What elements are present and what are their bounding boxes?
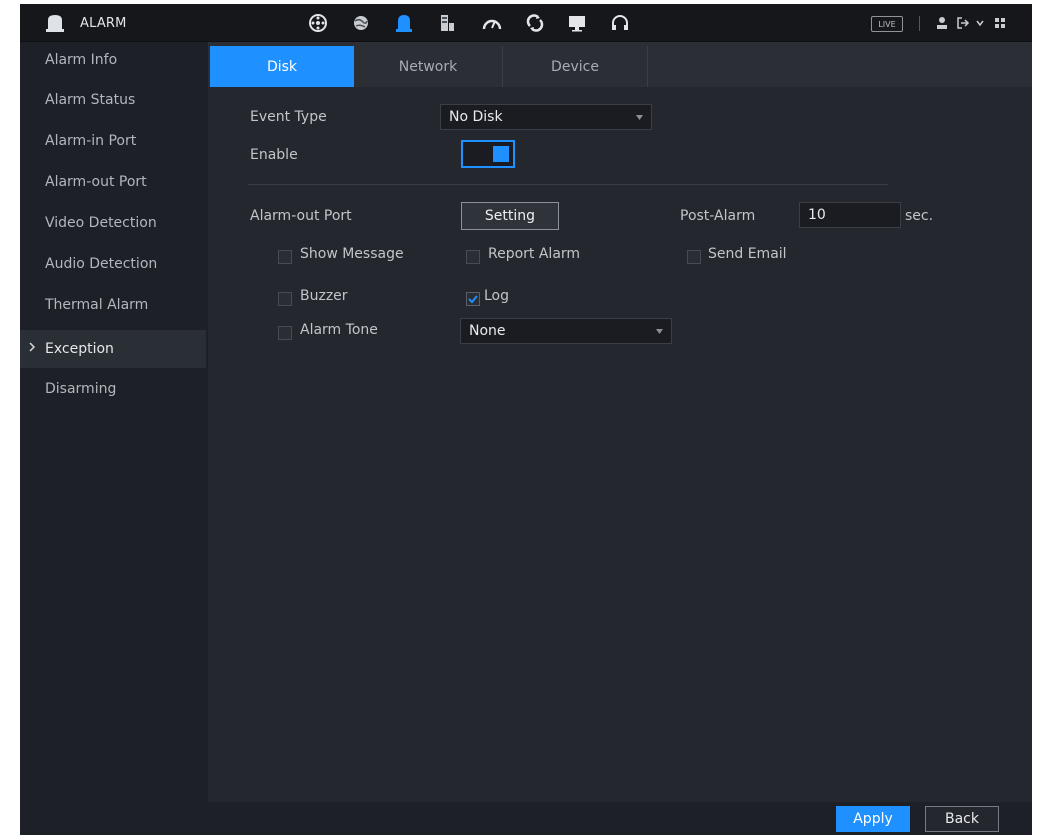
setting-button[interactable]: Setting [461,202,559,230]
sidebar-item-thermal-alarm[interactable]: Thermal Alarm [20,287,206,323]
dashboard-icon[interactable] [480,12,504,34]
sidebar-item-label: Alarm Status [45,92,136,108]
show-message-checkbox[interactable] [278,250,292,264]
support-icon[interactable] [608,12,632,34]
sidebar-item-alarm-status[interactable]: Alarm Status [20,82,206,118]
sidebar-item-exception[interactable]: Exception [20,330,206,368]
alarm-tone-checkbox[interactable] [278,326,292,340]
tab-disk[interactable]: Disk [210,46,354,87]
live-button[interactable]: LIVE [871,16,903,32]
sidebar-item-disarming[interactable]: Disarming [20,371,206,407]
top-bar: ALARM LIVE [20,4,1032,42]
log-label: Log [484,288,510,304]
display-icon[interactable] [565,12,589,34]
toggle-knob [493,146,509,162]
brand: ALARM [44,12,127,34]
divider [919,16,920,31]
user-icon[interactable] [934,15,950,31]
event-type-select[interactable]: No Disk [440,104,652,130]
alarm-out-port-label: Alarm-out Port [250,208,352,224]
tab-network[interactable]: Network [354,46,502,87]
post-alarm-label: Post-Alarm [680,208,756,224]
sidebar-item-label: Exception [45,341,114,357]
post-alarm-input[interactable]: 10 [799,202,901,228]
alarm-tone-label: Alarm Tone [300,322,378,338]
maintenance-icon[interactable] [523,12,547,34]
tab-divider [647,46,648,87]
apply-button[interactable]: Apply [836,806,910,832]
sidebar-item-alarm-out-port[interactable]: Alarm-out Port [20,164,206,200]
back-button[interactable]: Back [925,806,999,832]
sidebar: Alarm Info Alarm Status Alarm-in Port Al… [20,42,206,835]
sidebar-item-label: Audio Detection [45,256,158,272]
chevron-right-icon [29,342,36,352]
sidebar-item-video-detection[interactable]: Video Detection [20,205,206,241]
camera-icon[interactable] [306,12,330,34]
sidebar-item-alarm-in-port[interactable]: Alarm-in Port [20,123,206,159]
dropdown-arrow-icon [656,329,663,334]
sidebar-item-label: Alarm Info [45,52,118,68]
enable-toggle[interactable] [461,140,515,168]
alarm-tone-select[interactable]: None [460,318,672,344]
divider-line [248,184,888,185]
footer-bar: Apply Back [208,802,1032,835]
sidebar-item-audio-detection[interactable]: Audio Detection [20,246,206,282]
tab-bar: Disk Network Device [208,42,1032,87]
logout-icon[interactable] [955,15,971,31]
show-message-label: Show Message [300,246,404,262]
network-icon[interactable] [349,12,373,34]
send-email-checkbox[interactable] [687,250,701,264]
alarm-icon[interactable] [392,12,416,34]
event-type-value: No Disk [449,109,503,125]
checkmark-icon [468,295,478,304]
sidebar-item-label: Alarm-out Port [45,174,147,190]
send-email-label: Send Email [708,246,787,262]
buzzer-label: Buzzer [300,288,348,304]
event-type-label: Event Type [250,109,327,125]
log-checkbox[interactable] [466,292,480,306]
dropdown-arrow-icon [636,115,643,120]
sidebar-item-label: Disarming [45,381,117,397]
enable-label: Enable [250,147,298,163]
page-title: ALARM [80,15,127,31]
app-window: ALARM LIVE Alarm Info Alarm Status Alarm… [20,4,1032,835]
chevron-down-icon[interactable] [972,15,988,31]
storage-icon[interactable] [435,12,459,34]
report-alarm-checkbox[interactable] [466,250,480,264]
report-alarm-label: Report Alarm [488,246,581,262]
alarm-logo-icon [46,15,64,32]
post-alarm-unit: sec. [905,208,934,224]
grid-icon[interactable] [992,15,1008,31]
sidebar-item-label: Alarm-in Port [45,133,137,149]
alarm-tone-value: None [469,323,506,339]
sidebar-item-label: Video Detection [45,215,157,231]
buzzer-checkbox[interactable] [278,292,292,306]
main-panel: Disk Network Device Event Type No Disk E… [208,42,1032,835]
tab-device[interactable]: Device [503,46,647,87]
sidebar-item-alarm-info[interactable]: Alarm Info [20,42,206,78]
sidebar-item-label: Thermal Alarm [45,297,149,313]
